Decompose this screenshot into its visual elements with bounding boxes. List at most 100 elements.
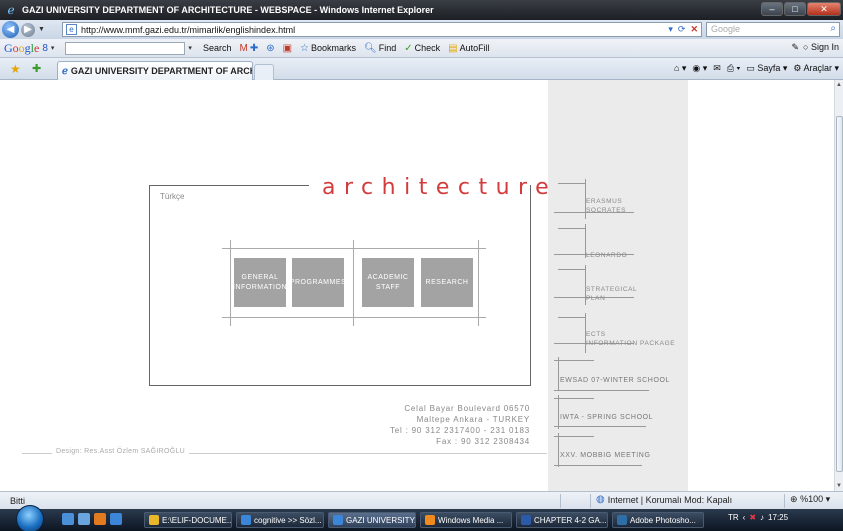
minimize-button[interactable]: – <box>761 2 783 16</box>
share-icon: ⊛ <box>266 42 275 54</box>
scroll-down-icon[interactable]: ▼ <box>836 483 842 489</box>
globe-icon: ◍ <box>596 494 605 505</box>
menu-grid-line-left <box>230 240 231 326</box>
scroll-up-icon[interactable]: ▲ <box>836 82 842 88</box>
forward-button[interactable]: ▶ <box>21 22 35 37</box>
gmail-icon: M <box>239 42 248 54</box>
taskbar: E:\ELIF-DOCUME... cognitive >> Sözl... G… <box>0 505 843 531</box>
programmes-button[interactable]: PROGRAMMES <box>290 258 346 307</box>
google-input-dropdown-icon[interactable]: ▾ <box>188 44 192 52</box>
close-button[interactable]: ✕ <box>807 2 841 16</box>
bookmarks-button[interactable]: ☆ Bookmarks <box>300 43 356 54</box>
scroll-thumb[interactable] <box>836 116 843 472</box>
language-indicator[interactable]: TR <box>728 513 739 522</box>
vertical-scrollbar[interactable]: ▲ ▼ <box>834 80 843 491</box>
side-link-ects[interactable]: ECTS INFORMATION PACKAGE <box>554 313 684 357</box>
google-tool-button[interactable]: ⊛ <box>266 43 274 54</box>
window-titlebar: ℯ GAZI UNIVERSITY DEPARTMENT OF ARCHITEC… <box>0 0 843 20</box>
stop-icon[interactable]: ✕ <box>690 24 698 35</box>
maximize-button[interactable]: □ <box>784 2 806 16</box>
side-link-mobbig[interactable]: XXV. MOBBIG MEETING <box>554 433 684 470</box>
side-link-iwta[interactable]: IWTA - SPRING SCHOOL <box>554 395 684 432</box>
tools-menu[interactable]: ⚙ Araçlar ▾ <box>793 63 839 74</box>
feeds-icon[interactable]: ◉ ▾ <box>692 63 707 74</box>
google-dropdown-icon[interactable]: ▾ <box>51 44 55 52</box>
window-title: GAZI UNIVERSITY DEPARTMENT OF ARCHITECTU… <box>22 5 434 15</box>
side-link-leonardo[interactable]: LEONARDO <box>554 224 684 263</box>
status-text: Bitti <box>10 495 26 506</box>
clock[interactable]: 17:25 <box>768 513 788 522</box>
ie-logo-icon: ℯ <box>7 3 15 17</box>
signin-radio-icon: ○ <box>803 42 809 52</box>
plus-icon: ✚ <box>249 42 259 54</box>
start-button[interactable] <box>16 505 44 531</box>
url-dropdown-icon[interactable]: ▾ <box>668 24 673 35</box>
media-player-icon[interactable] <box>94 513 106 525</box>
browser-icon <box>333 515 343 525</box>
taskbar-item[interactable]: cognitive >> Sözl... <box>236 512 324 528</box>
autofill-button[interactable]: ▤ AutoFill <box>448 43 489 54</box>
google-search-input[interactable] <box>65 41 186 55</box>
read-mail-icon[interactable]: ✉ <box>713 63 721 74</box>
network-icon[interactable]: ✖ <box>749 513 756 522</box>
search-input[interactable]: Google ⌕ <box>706 22 840 37</box>
quick-launch <box>62 513 122 525</box>
academic-staff-button[interactable]: ACADEMIC STAFF <box>362 258 414 307</box>
gmail-button[interactable]: M ✚ <box>239 43 258 54</box>
taskbar-item[interactable]: E:\ELIF-DOCUME... <box>144 512 232 528</box>
print-icon[interactable]: ⎙ ▾ <box>727 63 740 74</box>
show-desktop-icon[interactable] <box>62 513 74 525</box>
search-icon[interactable]: ⌕ <box>830 23 836 34</box>
system-tray: TR ‹ ✖ ♪ 17:25 <box>728 513 788 522</box>
status-bar: Bitti ◍ Internet | Korumalı Mod: Kapalı … <box>0 491 843 509</box>
add-favorite-icon[interactable]: ✚ <box>32 62 41 75</box>
address-field[interactable]: e http://www.mmf.gazi.edu.tr/mimarlik/en… <box>62 22 702 37</box>
favorites-star-icon[interactable]: ★ <box>10 62 21 76</box>
tab-label: GAZI UNIVERSITY DEPARTMENT OF ARCHITECT.… <box>70 66 252 76</box>
media-icon <box>425 515 435 525</box>
side-link-erasmus[interactable]: ERASMUS SOCRATES <box>554 179 684 223</box>
tray-expand-icon[interactable]: ‹ <box>743 513 746 522</box>
page-menu[interactable]: ▭ Sayfa ▾ <box>746 63 787 74</box>
word-icon <box>521 515 531 525</box>
url-text[interactable]: http://www.mmf.gazi.edu.tr/mimarlik/engl… <box>81 25 295 35</box>
popup-blocker-button[interactable]: ▣ <box>283 43 292 54</box>
taskbar-item[interactable]: CHAPTER 4-2 GA... <box>516 512 608 528</box>
side-link-ewsad[interactable]: EWSAD 07-WINTER SCHOOL <box>554 357 684 394</box>
tab-active[interactable]: ℯ GAZI UNIVERSITY DEPARTMENT OF ARCHITEC… <box>57 61 253 80</box>
new-tab-button[interactable] <box>254 64 274 80</box>
google-search-button[interactable]: Search <box>203 43 232 53</box>
popup-icon: ▣ <box>282 42 293 54</box>
menu-grid-line-mid <box>353 240 354 326</box>
wrench-icon[interactable]: ✎ <box>791 42 799 53</box>
google-count[interactable]: 8 <box>42 43 48 54</box>
ie-quick-icon[interactable] <box>110 513 122 525</box>
back-button[interactable]: ◀ <box>2 21 19 38</box>
google-logo[interactable]: Google <box>4 41 39 56</box>
window-controls: – □ ✕ <box>761 2 841 16</box>
switch-windows-icon[interactable] <box>78 513 90 525</box>
signin-link[interactable]: ○ Sign In <box>803 42 839 53</box>
home-icon[interactable]: ⌂ ▾ <box>674 63 686 74</box>
language-link[interactable]: Türkçe <box>160 192 184 201</box>
photoshop-icon <box>617 515 627 525</box>
taskbar-item[interactable]: Windows Media ... <box>420 512 512 528</box>
taskbar-item[interactable]: Adobe Photosho... <box>612 512 704 528</box>
zoom-icon: ⊕ <box>790 494 798 504</box>
history-dropdown-icon[interactable]: ▼ <box>38 26 45 33</box>
zoom-control[interactable]: ⊕ %100 ▾ <box>790 494 830 505</box>
research-button[interactable]: RESEARCH <box>421 258 473 307</box>
side-link-strategical-plan[interactable]: STRATEGICAL PLAN <box>554 265 684 309</box>
menu-grid-line-top <box>222 248 486 249</box>
address-line: Tel : 90 312 2317400 - 231 0183 <box>389 426 530 435</box>
address-line: Fax : 90 312 2308434 <box>436 437 530 446</box>
taskbar-item-active[interactable]: GAZI UNIVERSITY... <box>328 512 416 528</box>
browser-icon <box>241 515 251 525</box>
general-information-button[interactable]: GENERAL INFORMATION <box>233 258 287 307</box>
search-placeholder: Google <box>711 24 741 34</box>
check-button[interactable]: ✓ Check <box>404 43 440 54</box>
volume-icon[interactable]: ♪ <box>760 513 764 522</box>
refresh-icon[interactable]: ⟳ <box>678 24 686 35</box>
security-zone[interactable]: ◍ Internet | Korumalı Mod: Kapalı <box>596 494 732 505</box>
find-button[interactable]: 🔍︎ Find <box>364 43 396 54</box>
